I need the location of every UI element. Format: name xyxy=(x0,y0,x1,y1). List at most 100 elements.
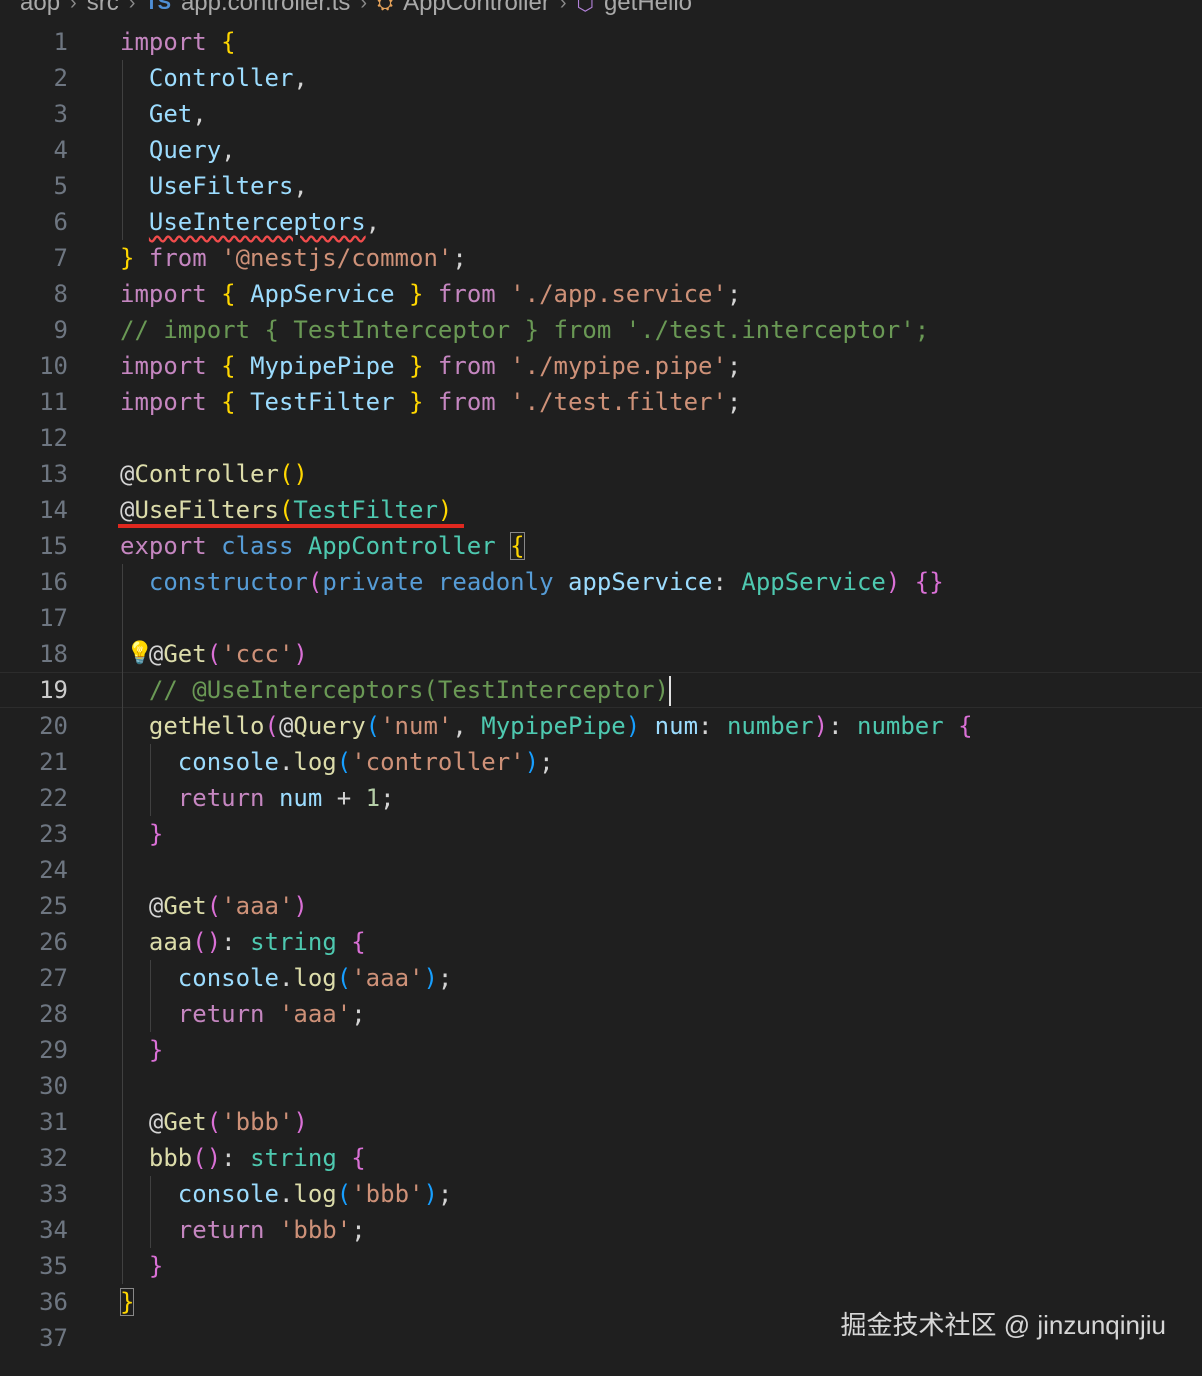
code-line[interactable]: 9 // import { TestInterceptor } from './t… xyxy=(0,312,1202,348)
indent-guide xyxy=(122,600,123,636)
code-line[interactable]: 34 return 'bbb'; xyxy=(0,1212,1202,1248)
code-line[interactable]: 29 } xyxy=(0,1032,1202,1068)
code-line[interactable]: 11 import { TestFilter } from './test.fil… xyxy=(0,384,1202,420)
line-number: 10 xyxy=(39,352,68,380)
code-token: ( xyxy=(192,928,207,956)
code-token: ( xyxy=(206,640,222,668)
watermark-text: 掘金技术社区 @ jinzunqinjiu xyxy=(840,1310,1166,1340)
code-line[interactable]: 3 Get, xyxy=(0,96,1202,132)
code-line[interactable]: 27 console.log('aaa'); xyxy=(0,960,1202,996)
code-line[interactable]: 21 console.log('controller'); xyxy=(0,744,1202,780)
code-line[interactable]: 32 bbb(): string { xyxy=(0,1140,1202,1176)
breadcrumb-item-file[interactable]: app.controller.ts xyxy=(181,0,350,17)
code-token: export xyxy=(120,532,207,560)
indent-guide xyxy=(122,1068,123,1104)
code-line[interactable]: 8 import { AppService } from './app.servi… xyxy=(0,276,1202,312)
code-token: { xyxy=(351,1144,366,1172)
code-token: num xyxy=(278,784,323,812)
indent-guide xyxy=(150,1176,151,1212)
line-number: 26 xyxy=(39,928,68,956)
code-line[interactable]: 24 xyxy=(0,852,1202,888)
breadcrumb-item-class[interactable]: AppController xyxy=(403,0,550,17)
method-symbol-icon: ⬡ xyxy=(576,0,594,15)
code-token: ) xyxy=(813,712,829,740)
code-line[interactable]: 22 return num + 1; xyxy=(0,780,1202,816)
code-line[interactable]: 15 export class AppController { xyxy=(0,528,1202,564)
code-token: } xyxy=(120,1288,135,1316)
indent-guide xyxy=(150,996,151,1032)
indent-guide xyxy=(122,996,123,1032)
code-line[interactable]: 12 xyxy=(0,420,1202,456)
code-line[interactable]: 1 import { xyxy=(0,24,1202,60)
code-token: AppService xyxy=(741,568,886,596)
code-line[interactable]: 28 return 'aaa'; xyxy=(0,996,1202,1032)
code-line[interactable]: 16 constructor(private readonly appServi… xyxy=(0,564,1202,600)
code-token: { xyxy=(221,352,236,380)
code-token: 'ccc' xyxy=(221,640,294,668)
code-line[interactable]: 19 // @UseInterceptors(TestInterceptor) xyxy=(0,672,1202,708)
code-token: { xyxy=(958,712,973,740)
code-text: import { AppService } from './app.servic… xyxy=(120,276,741,312)
indent-guide xyxy=(122,1176,123,1212)
code-text: } xyxy=(120,1248,163,1284)
code-line[interactable]: 10 import { MypipePipe } from './mypipe.p… xyxy=(0,348,1202,384)
line-number: 23 xyxy=(39,820,68,848)
code-line[interactable]: 18 @Get('ccc') 💡 xyxy=(0,636,1202,672)
code-line[interactable]: 35 } xyxy=(0,1248,1202,1284)
code-line[interactable]: 4 Query, xyxy=(0,132,1202,168)
code-line[interactable]: 20 getHello(@Query('num', MypipePipe) nu… xyxy=(0,708,1202,744)
code-line[interactable]: 7} from '@nestjs/common'; xyxy=(0,240,1202,276)
code-token: return xyxy=(177,1000,265,1028)
code-token: // @UseInterceptors(TestInterceptor) xyxy=(120,676,670,704)
breadcrumb-item-method[interactable]: getHello xyxy=(604,0,692,17)
code-token: ( xyxy=(206,1108,222,1136)
lightbulb-icon[interactable]: 💡 xyxy=(126,636,153,672)
code-editor[interactable]: 1 import {2 Controller, 3 Get, 4 Query, 5 Us… xyxy=(0,24,1202,1356)
code-token: { xyxy=(221,280,236,308)
code-line[interactable]: 25 @Get('aaa') xyxy=(0,888,1202,924)
line-number: 7 xyxy=(53,244,68,272)
code-text: } xyxy=(120,1284,135,1320)
code-token: { xyxy=(510,532,525,560)
code-line[interactable]: 13 @Controller() xyxy=(0,456,1202,492)
code-line[interactable]: 31 @Get('bbb') xyxy=(0,1104,1202,1140)
code-line[interactable]: 26 aaa(): string { xyxy=(0,924,1202,960)
line-number: 1 xyxy=(53,28,68,56)
code-token: {} xyxy=(914,568,944,596)
code-token: log xyxy=(293,1180,337,1208)
code-line[interactable]: 2 Controller, xyxy=(0,60,1202,96)
code-token: import xyxy=(120,388,207,416)
code-line[interactable]: 23 } xyxy=(0,816,1202,852)
code-text: console.log('bbb'); xyxy=(120,1176,453,1212)
code-token: Get xyxy=(163,640,207,668)
indent-guide xyxy=(122,564,123,600)
code-line[interactable]: 30 xyxy=(0,1068,1202,1104)
indent-guide xyxy=(122,1212,123,1248)
indent-guide xyxy=(122,924,123,960)
code-line[interactable]: 17 xyxy=(0,600,1202,636)
line-number: 33 xyxy=(39,1180,68,1208)
code-line[interactable]: 5 UseFilters, xyxy=(0,168,1202,204)
code-text: import { MypipePipe } from './mypipe.pip… xyxy=(120,348,741,384)
indent-guide xyxy=(122,1248,123,1284)
code-token: ( xyxy=(307,568,323,596)
code-token: './app.service' xyxy=(510,280,727,308)
line-number: 2 xyxy=(53,64,68,92)
code-line[interactable]: 14 @UseFilters(TestFilter) xyxy=(0,492,1202,528)
code-line[interactable]: 33 console.log('bbb'); xyxy=(0,1176,1202,1212)
code-token: ) xyxy=(437,496,453,524)
breadcrumb-item-src[interactable]: src xyxy=(87,0,119,17)
text-cursor xyxy=(669,676,672,706)
code-token: number xyxy=(857,712,944,740)
code-token: AppService xyxy=(250,280,395,308)
code-line[interactable]: 6 UseInterceptors, xyxy=(0,204,1202,240)
breadcrumb-item-folder[interactable]: aop xyxy=(20,0,60,17)
code-token: ) xyxy=(423,964,438,992)
line-number: 16 xyxy=(39,568,68,596)
